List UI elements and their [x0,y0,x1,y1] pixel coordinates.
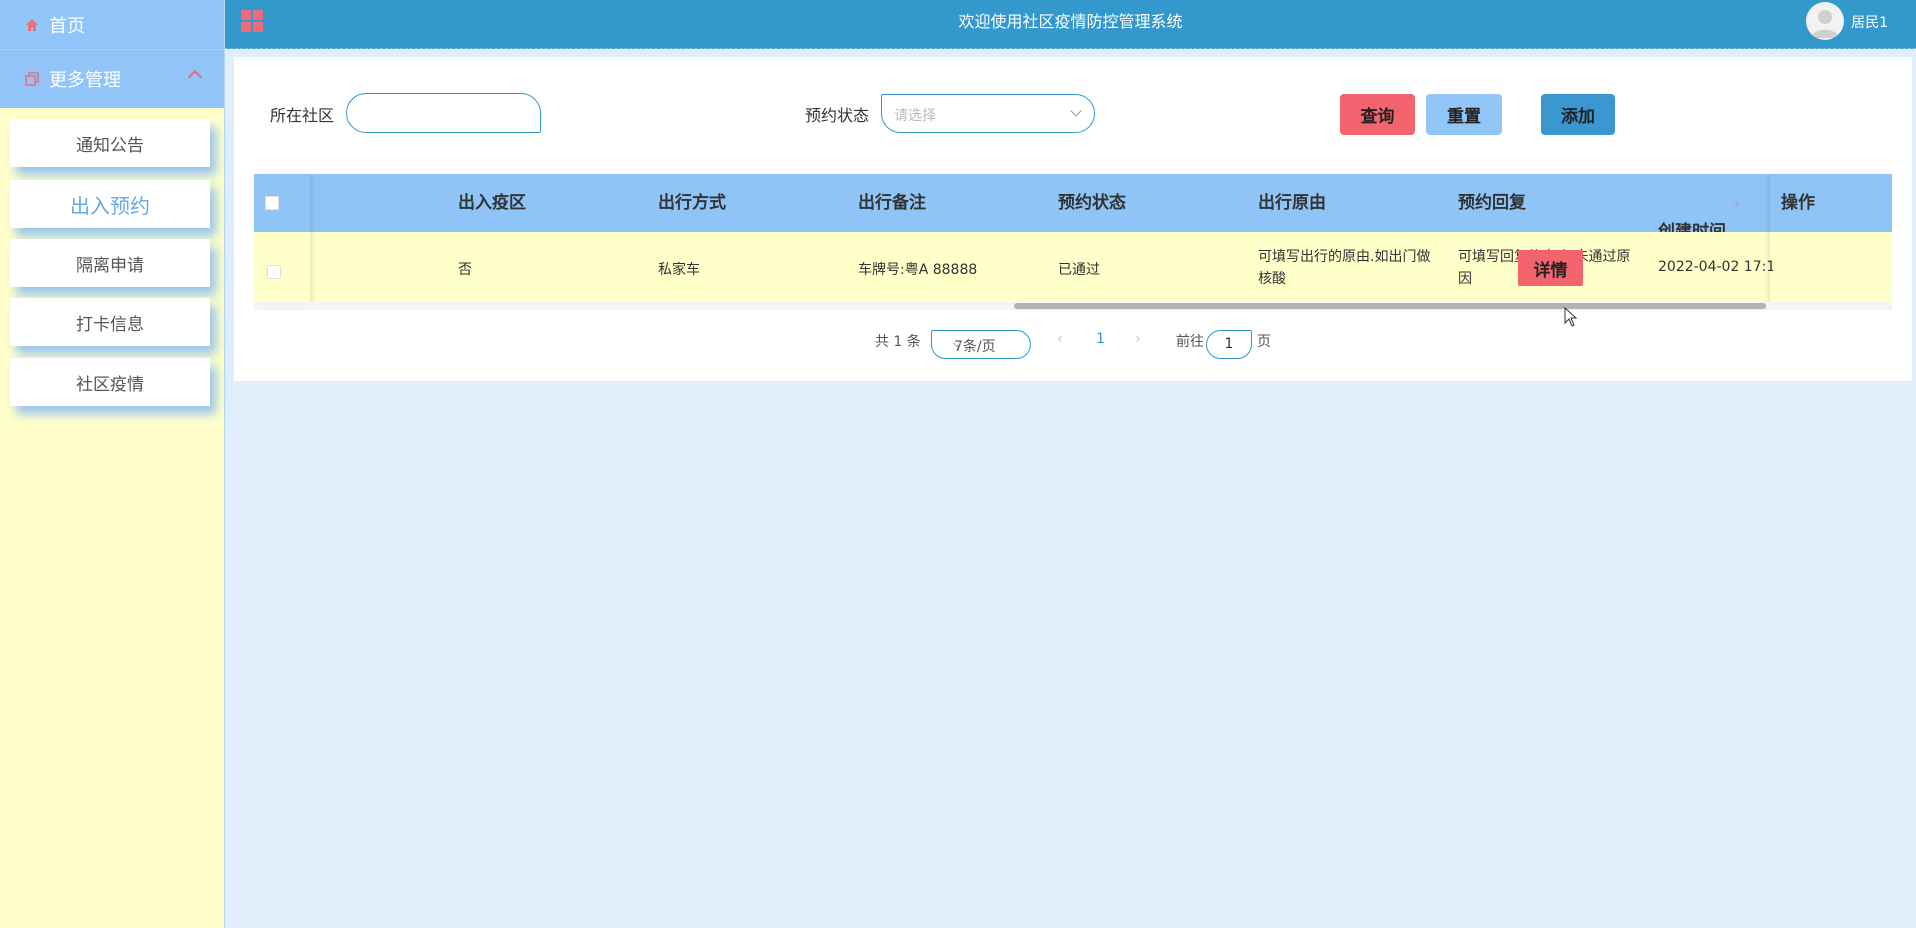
header-travel-reason[interactable]: 出行原由 [1258,174,1326,232]
row-checkbox[interactable] [267,265,281,279]
operation-column [1770,174,1892,304]
page-size-select[interactable]: 7条/页 [931,330,1031,359]
current-page[interactable]: 1 [1096,331,1105,347]
booking-table: 出入疫区 出行方式 出行备注 预约状态 出行原由 预约回复 创建时间▲▼ 操作 … [254,174,1892,310]
cell-epidemic-area: 否 [458,262,472,278]
user-name[interactable]: 居民1 [1851,0,1888,46]
sidebar-home[interactable]: 首页 [0,0,224,49]
header-epidemic-area[interactable]: 出入疫区 [458,174,526,232]
query-button[interactable]: 查询 [1340,94,1415,135]
add-button[interactable]: 添加 [1541,94,1615,135]
copy-icon [25,72,39,86]
header-travel-note[interactable]: 出行备注 [858,174,926,232]
chevron-up-icon [187,69,203,85]
header-travel-mode[interactable]: 出行方式 [658,174,726,232]
header-booking-status[interactable]: 预约状态 [1058,174,1126,232]
community-input[interactable] [346,93,541,133]
page-size-value: 7条/页 [954,339,996,355]
goto-page-input[interactable]: 1 [1206,330,1252,359]
sidebar-more-label: 更多管理 [49,70,121,91]
detail-button[interactable]: 详情 [1518,250,1583,286]
sidebar: 首页 更多管理 通知公告 出入预约 隔离申请 打卡信息 社区疫情 [0,0,225,928]
status-select[interactable]: 请选择 [881,94,1095,133]
checkbox-column [254,174,310,307]
chevron-down-icon [1070,105,1082,117]
main-panel: 所在社区 预约状态 请选择 查询 重置 添加 出入疫区 出行方式 出行备注 预约… [234,57,1912,381]
scrollbar-thumb[interactable] [1014,303,1766,309]
sidebar-home-label: 首页 [49,15,85,37]
prev-page-icon[interactable]: ‹ [1057,331,1063,347]
reset-button[interactable]: 重置 [1426,94,1502,135]
app-title: 欢迎使用社区疫情防控管理系统 [958,12,1183,31]
cell-travel-note: 车牌号:粤A 88888 [858,262,978,278]
table-header: 出入疫区 出行方式 出行备注 预约状态 出行原由 预约回复 创建时间▲▼ 操作 [254,174,1892,265]
cell-booking-status: 已通过 [1058,262,1100,278]
mouse-cursor-icon [1564,306,1578,331]
sidebar-more-management[interactable]: 更多管理 [0,49,224,108]
cell-created-time: 2022-04-02 17:19: [1658,259,1773,275]
sidebar-item-travel-booking[interactable]: 出入预约 [10,180,210,228]
header-booking-reply[interactable]: 预约回复 [1458,174,1526,232]
top-bar: 欢迎使用社区疫情防控管理系统 居民1 [225,0,1916,49]
community-label: 所在社区 [270,106,335,125]
status-label: 预约状态 [805,106,870,125]
page-suffix: 页 [1257,334,1271,350]
home-icon [25,18,39,32]
sidebar-item-checkin-info[interactable]: 打卡信息 [10,298,210,346]
goto-label: 前往 [1176,334,1204,350]
next-page-icon[interactable]: › [1135,331,1141,347]
table-body: 否 私家车 车牌号:粤A 88888 已通过 可填写出行的原由.如出门做核酸 可… [254,232,1892,304]
sidebar-item-isolation-application[interactable]: 隔离申请 [10,239,210,287]
avatar[interactable] [1806,2,1844,40]
pagination-total: 共 1 条 [875,334,921,350]
select-all-checkbox[interactable] [265,196,279,210]
cell-travel-reason: 可填写出行的原由.如出门做核酸 [1258,249,1431,287]
sidebar-item-notice[interactable]: 通知公告 [10,119,210,167]
sidebar-item-community-epidemic[interactable]: 社区疫情 [10,358,210,406]
cell-travel-mode: 私家车 [658,262,700,278]
status-select-placeholder: 请选择 [894,108,936,124]
